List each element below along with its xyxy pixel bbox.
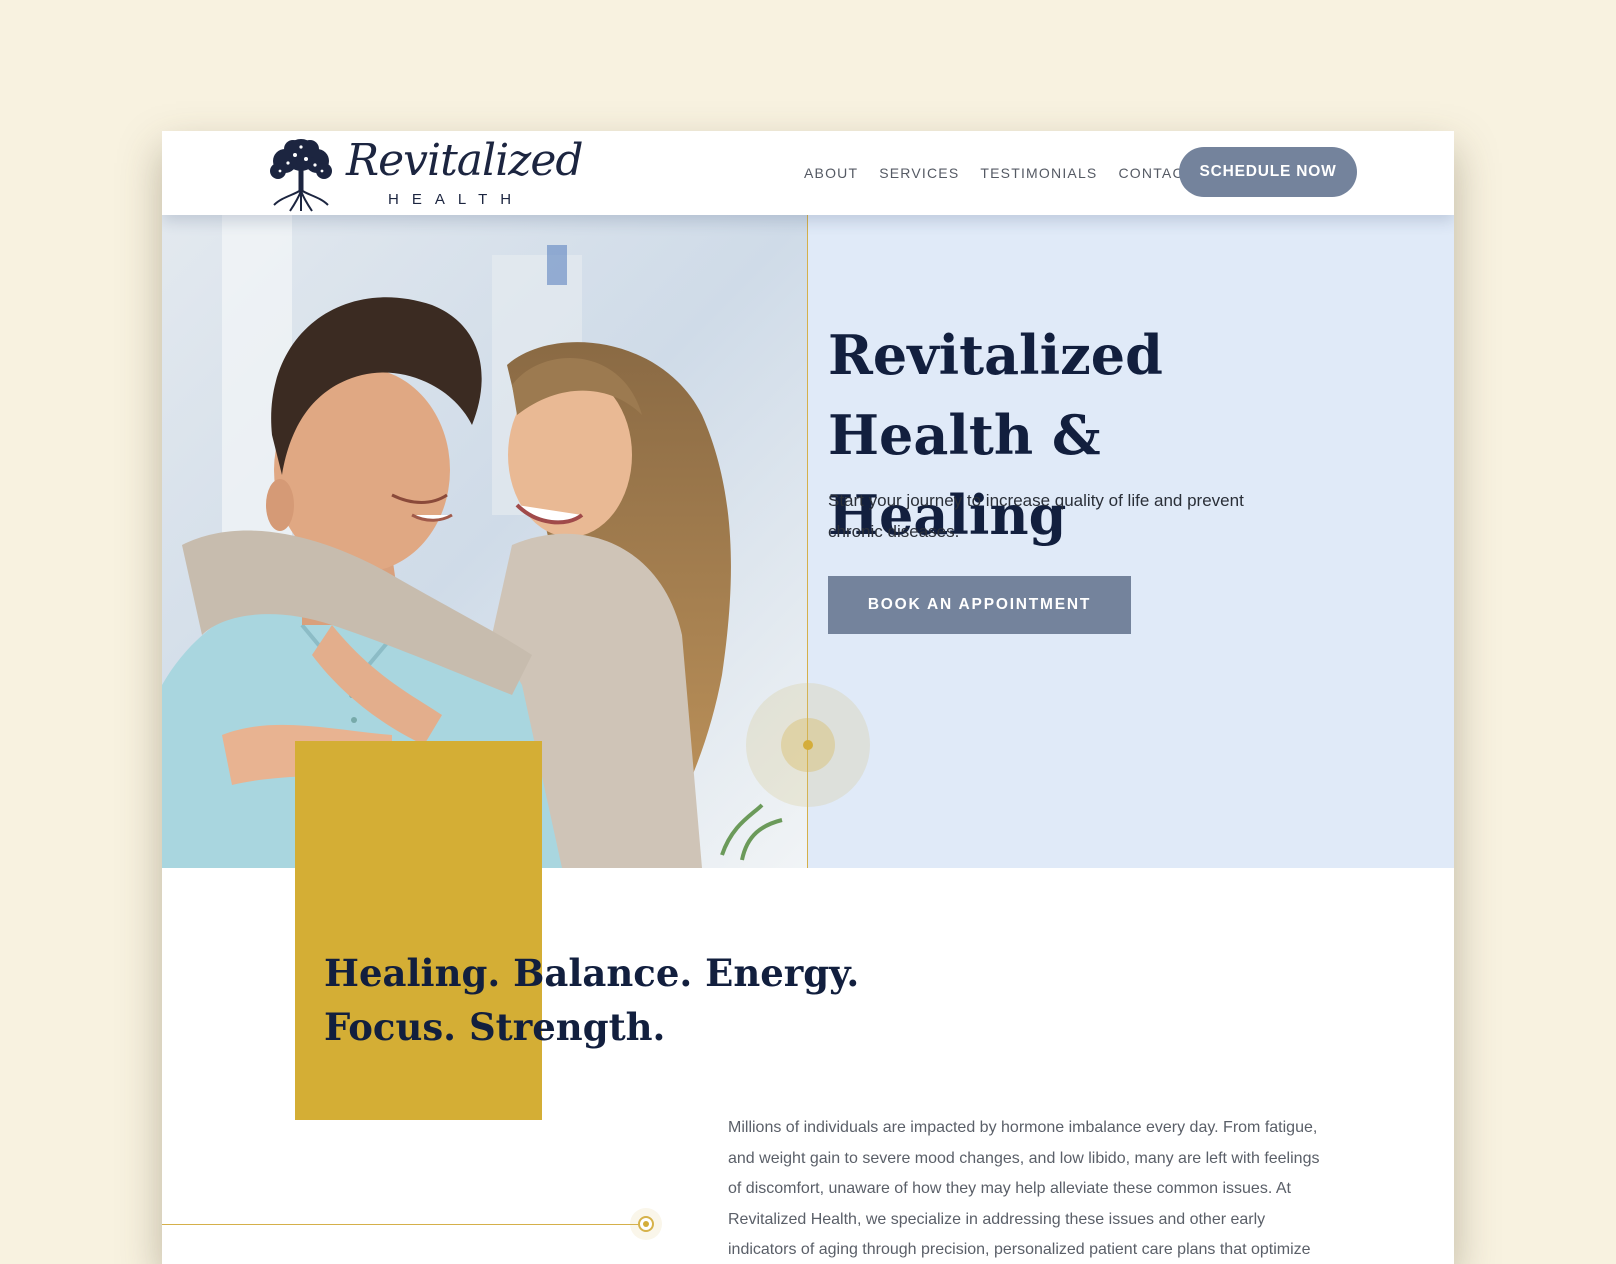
tagline-line2: Focus. Strength. <box>324 1005 666 1049</box>
nav-services[interactable]: SERVICES <box>879 165 959 181</box>
small-ring-dot <box>643 1221 649 1227</box>
tree-of-life-icon <box>270 139 332 212</box>
website-frame: Revitalized HEALTH ABOUT SERVICES TESTIM… <box>162 131 1454 1264</box>
tagline-line1: Healing. Balance. Energy. <box>324 951 860 995</box>
site-header: Revitalized HEALTH ABOUT SERVICES TESTIM… <box>162 131 1454 215</box>
main-nav: ABOUT SERVICES TESTIMONIALS CONTACT <box>804 165 1215 181</box>
logo-script-text: Revitalized <box>346 135 584 186</box>
gold-accent-block <box>295 741 542 1120</box>
intro-body-text: Millions of individuals are impacted by … <box>728 1119 1320 1258</box>
logo-sub-text: HEALTH <box>388 191 525 208</box>
nav-testimonials[interactable]: TESTIMONIALS <box>980 165 1097 181</box>
book-appointment-button[interactable]: BOOK AN APPOINTMENT <box>828 576 1131 634</box>
hero-subtitle: Start your journey to increase quality o… <box>828 491 1244 541</box>
intro-tagline: Healing. Balance. Energy. Focus. Strengt… <box>324 946 859 1054</box>
decorative-dot <box>803 740 813 750</box>
schedule-now-button[interactable]: SCHEDULE NOW <box>1179 147 1357 197</box>
nav-about[interactable]: ABOUT <box>804 165 858 181</box>
hero-title-line1: Revitalized <box>828 323 1163 387</box>
decorative-horizontal-line <box>162 1224 646 1225</box>
logo[interactable]: Revitalized HEALTH <box>260 133 584 213</box>
